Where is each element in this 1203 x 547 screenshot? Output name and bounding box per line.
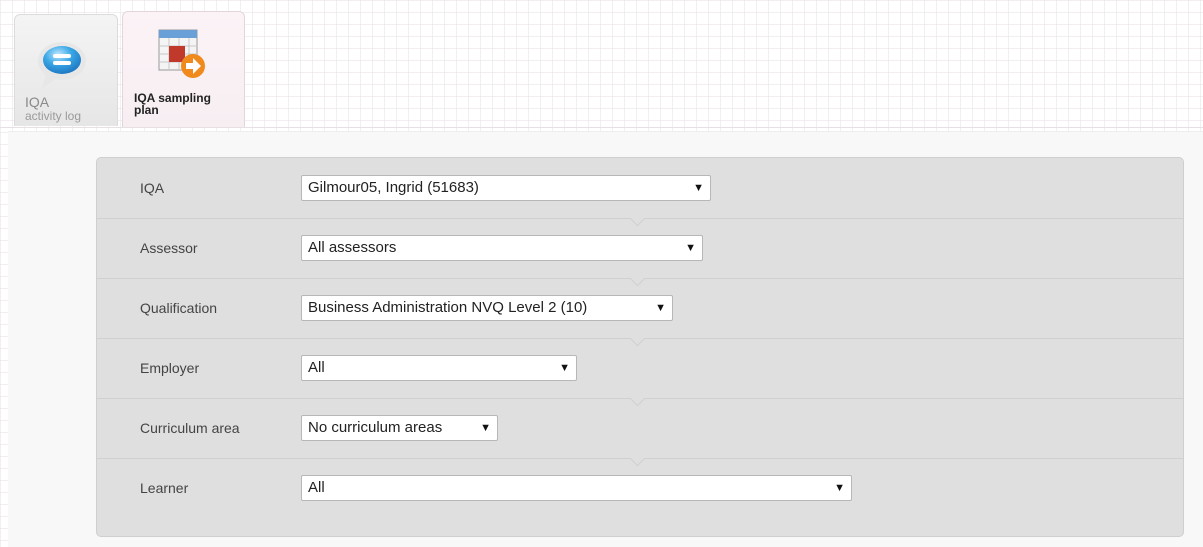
- filter-label: IQA: [140, 180, 165, 196]
- tab-label-line2: plan: [134, 103, 159, 117]
- dropdown-arrow-icon: ▼: [559, 362, 570, 374]
- filter-label: Curriculum area: [140, 420, 240, 436]
- filter-panel: IQA Gilmour05, Ingrid (51683) ▼ Assessor…: [96, 157, 1184, 537]
- tab-iqa-sampling-plan[interactable]: IQA sampling plan: [122, 11, 245, 128]
- filter-row-assessor: Assessor All assessors ▼: [97, 218, 1183, 287]
- dropdown-arrow-icon: ▼: [480, 422, 491, 434]
- dropdown-arrow-icon: ▼: [693, 182, 704, 194]
- filter-label: Assessor: [140, 240, 198, 256]
- filter-row-curriculum-area: Curriculum area No curriculum areas ▼: [97, 398, 1183, 467]
- learner-select[interactable]: All ▼: [301, 475, 852, 501]
- employer-select[interactable]: All ▼: [301, 355, 577, 381]
- qualification-select[interactable]: Business Administration NVQ Level 2 (10)…: [301, 295, 673, 321]
- iqa-select[interactable]: Gilmour05, Ingrid (51683) ▼: [301, 175, 711, 201]
- select-value: All: [308, 359, 325, 376]
- dropdown-arrow-icon: ▼: [655, 302, 666, 314]
- filter-row-learner: Learner All ▼: [97, 458, 1183, 518]
- select-value: Business Administration NVQ Level 2 (10): [308, 299, 588, 316]
- tab-label-line1: IQA: [25, 94, 50, 110]
- assessor-select[interactable]: All assessors ▼: [301, 235, 703, 261]
- filter-label: Qualification: [140, 300, 218, 316]
- calendar-arrow-icon: [158, 29, 205, 78]
- filter-label: Employer: [140, 360, 200, 376]
- tab-underline: [0, 127, 1203, 128]
- filter-row-qualification: Qualification Business Administration NV…: [97, 278, 1183, 347]
- dropdown-arrow-icon: ▼: [834, 482, 845, 494]
- tab-iqa-activity-log[interactable]: IQA activity log: [14, 14, 118, 126]
- select-value: All: [308, 479, 325, 496]
- speech-bubble-icon: [38, 42, 86, 89]
- filter-label: Learner: [140, 480, 189, 496]
- curriculum-area-select[interactable]: No curriculum areas ▼: [301, 415, 498, 441]
- filter-row-iqa: IQA Gilmour05, Ingrid (51683) ▼: [97, 158, 1183, 227]
- select-value: Gilmour05, Ingrid (51683): [308, 179, 479, 196]
- filter-row-employer: Employer All ▼: [97, 338, 1183, 407]
- tab-bar: IQA activity log IQA sampling plan: [0, 0, 1203, 128]
- select-value: All assessors: [308, 239, 397, 256]
- tab-label-line2: activity log: [25, 109, 82, 123]
- select-value: No curriculum areas: [308, 419, 443, 436]
- dropdown-arrow-icon: ▼: [685, 242, 696, 254]
